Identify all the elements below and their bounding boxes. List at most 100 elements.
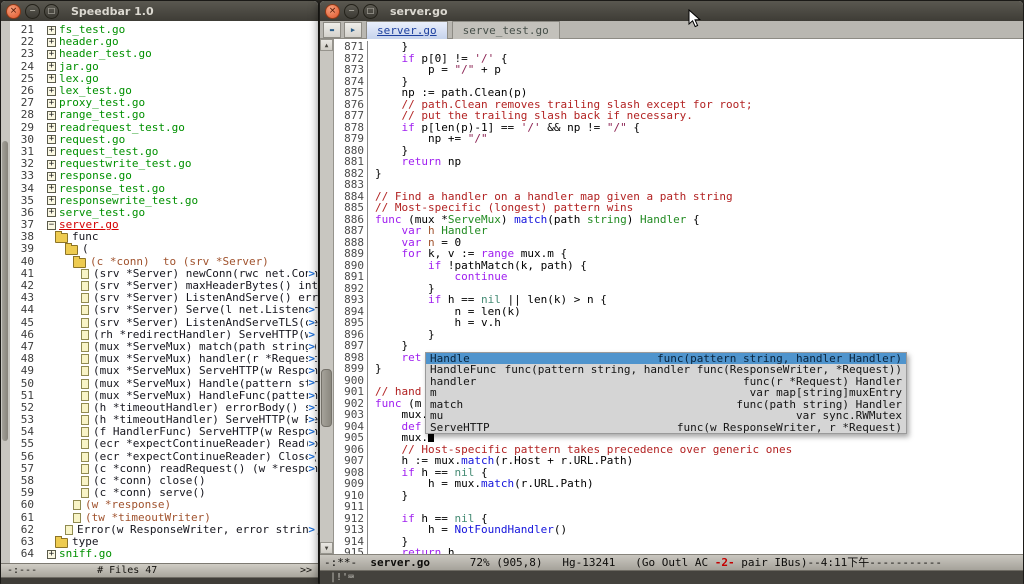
code-line[interactable]: 910 } (334, 490, 1023, 502)
speedbar-item-label[interactable]: lex_test.go (59, 85, 132, 97)
expand-box-icon[interactable]: + (47, 123, 56, 132)
speedbar-item-label[interactable]: (mux *ServeMux) handler(r *Request) H (93, 353, 318, 365)
expand-box-icon[interactable]: + (47, 38, 56, 47)
speedbar-row[interactable]: 46(rh *redirectHandler) ServeHTTP(w Res> (10, 329, 318, 341)
code-line[interactable]: 913 h = NotFoundHandler() (334, 524, 1023, 536)
speedbar-item-label[interactable]: (c *conn) serve() (93, 487, 206, 499)
speedbar-row[interactable]: 60(w *response) (10, 499, 318, 511)
code-line[interactable]: 881 return np (334, 156, 1023, 168)
speedbar-row[interactable]: 34+response_test.go (10, 182, 318, 194)
tag-icon[interactable] (81, 269, 89, 279)
tag-icon[interactable] (81, 330, 89, 340)
scroll-up-icon[interactable]: ▲ (320, 39, 333, 51)
speedbar-row[interactable]: 26+lex_test.go (10, 85, 318, 97)
completion-item[interactable]: mvar map[string]muxEntry (426, 387, 906, 399)
speedbar-item-label[interactable]: type (72, 536, 99, 548)
speedbar-row[interactable]: 37−server.go (10, 219, 318, 231)
tag-icon[interactable] (81, 427, 89, 437)
speedbar-item-label[interactable]: header.go (59, 36, 119, 48)
scroll-down-icon[interactable]: ▼ (320, 542, 333, 554)
speedbar-row[interactable]: 41(srv *Server) newConn(rwc net.Conn) (c… (10, 268, 318, 280)
speedbar-row[interactable]: 54(f HandlerFunc) ServeHTTP(w ResponseW> (10, 426, 318, 438)
editor-scrollbar[interactable]: ▲ ▼ (320, 39, 334, 554)
speedbar-row[interactable]: 42(srv *Server) maxHeaderBytes() int (10, 280, 318, 292)
tab-serve-test-go[interactable]: serve_test.go (452, 21, 560, 39)
speedbar-item-label[interactable]: (ecr *expectContinueReader) Close() e (93, 451, 318, 463)
code-line[interactable]: 873 p = "/" + p (334, 64, 1023, 76)
speedbar-row[interactable]: 33+response.go (10, 170, 318, 182)
tag-icon[interactable] (81, 488, 89, 498)
speedbar-row[interactable]: 28+range_test.go (10, 109, 318, 121)
tag-icon[interactable] (81, 318, 89, 328)
speedbar-row[interactable]: 52(h *timeoutHandler) errorBody() strin> (10, 402, 318, 414)
speedbar-item-label[interactable]: header_test.go (59, 48, 152, 60)
expand-box-icon[interactable]: + (47, 26, 56, 35)
expand-box-icon[interactable]: + (47, 111, 56, 120)
expand-box-icon[interactable]: + (47, 99, 56, 108)
speedbar-row[interactable]: 57(c *conn) readRequest() (w *response,> (10, 463, 318, 475)
speedbar-titlebar[interactable]: × − □ Speedbar 1.0 (1, 1, 318, 21)
tag-icon[interactable] (81, 366, 89, 376)
speedbar-row[interactable]: 30+request.go (10, 134, 318, 146)
speedbar-item-label[interactable]: (mux *ServeMux) ServeHTTP(w ResponseW (93, 365, 318, 377)
expand-box-icon[interactable]: + (47, 208, 56, 217)
speedbar-item-label[interactable]: responsewrite_test.go (59, 195, 198, 207)
modeline-arrows[interactable]: >> (300, 563, 312, 578)
editor-titlebar[interactable]: × − □ server.go (320, 1, 1023, 21)
speedbar-item-label[interactable]: (rh *redirectHandler) ServeHTTP(w Res (93, 329, 318, 341)
close-button[interactable]: × (6, 4, 21, 19)
maximize-button[interactable]: □ (363, 4, 378, 19)
tag-icon[interactable] (81, 305, 89, 315)
speedbar-item-label[interactable]: (h *timeoutHandler) ServeHTTP(w Respo (93, 414, 318, 426)
speedbar-row[interactable]: 62Error(w ResponseWriter, error string, … (10, 524, 318, 536)
completion-item[interactable]: ServeHTTPfunc(w ResponseWriter, r *Reque… (426, 422, 906, 434)
speedbar-item-label[interactable]: (h *timeoutHandler) errorBody() strin (93, 402, 318, 414)
speedbar-item-label[interactable]: (srv *Server) newConn(rwc net.Conn) (c (93, 268, 318, 280)
speedbar-row[interactable]: 48(mux *ServeMux) handler(r *Request) H> (10, 353, 318, 365)
speedbar-row[interactable]: 61(tw *timeoutWriter) (10, 512, 318, 524)
speedbar-row[interactable]: 44(srv *Server) Serve(l net.Listener) e> (10, 304, 318, 316)
tag-icon[interactable] (81, 464, 89, 474)
tag-icon[interactable] (81, 391, 89, 401)
speedbar-item-label[interactable]: (mux *ServeMux) HandleFunc(pattern st (93, 390, 318, 402)
folder-icon[interactable] (55, 233, 68, 243)
tag-icon[interactable] (81, 354, 89, 364)
tag-icon[interactable] (73, 500, 81, 510)
speedbar-row[interactable]: 27+proxy_test.go (10, 97, 318, 109)
editor-modeline[interactable]: -:**- server.go 72% (905,8) Hg-13241 (Go… (320, 554, 1023, 571)
speedbar-row[interactable]: 40(c *conn) to (srv *Server) (10, 256, 318, 268)
expand-box-icon[interactable]: + (47, 550, 56, 559)
speedbar-row[interactable]: 56(ecr *expectContinueReader) Close() e> (10, 451, 318, 463)
folder-icon[interactable] (55, 538, 68, 548)
speedbar-row[interactable]: 22+header.go (10, 36, 318, 48)
folder-icon[interactable] (65, 245, 78, 255)
speedbar-item-label[interactable]: readrequest_test.go (59, 122, 185, 134)
tag-icon[interactable] (73, 513, 81, 523)
minimize-button[interactable]: − (25, 4, 40, 19)
minimize-button[interactable]: − (344, 4, 359, 19)
code-line[interactable]: 896 } (334, 329, 1023, 341)
speedbar-row[interactable]: 23+header_test.go (10, 48, 318, 60)
tag-icon[interactable] (81, 403, 89, 413)
speedbar-item-label[interactable]: (c *conn) to (srv *Server) (90, 256, 269, 268)
collapse-box-icon[interactable]: − (47, 221, 56, 230)
tag-icon[interactable] (81, 379, 89, 389)
expand-box-icon[interactable]: + (47, 62, 56, 71)
code-area[interactable]: 871 }872 if p[0] != '/' {873 p = "/" + p… (334, 41, 1023, 554)
expand-box-icon[interactable]: + (47, 74, 56, 83)
speedbar-item-label[interactable]: range_test.go (59, 109, 145, 121)
expand-box-icon[interactable]: + (47, 184, 56, 193)
speedbar-row[interactable]: 47(mux *ServeMux) match(path string) Ha> (10, 341, 318, 353)
speedbar-row[interactable]: 51(mux *ServeMux) HandleFunc(pattern st> (10, 390, 318, 402)
tag-icon[interactable] (81, 439, 89, 449)
speedbar-item-label[interactable]: serve_test.go (59, 207, 145, 219)
speedbar-item-label[interactable]: lex.go (59, 73, 99, 85)
speedbar-row[interactable]: 31+request_test.go (10, 146, 318, 158)
speedbar-row[interactable]: 50(mux *ServeMux) Handle(pattern string> (10, 377, 318, 389)
speedbar-item-label[interactable]: server.go (59, 219, 119, 231)
tag-icon[interactable] (81, 281, 89, 291)
expand-box-icon[interactable]: + (47, 147, 56, 156)
expand-box-icon[interactable]: + (47, 160, 56, 169)
speedbar-item-label[interactable]: response.go (59, 170, 132, 182)
speedbar-row[interactable]: 63type (10, 536, 318, 548)
